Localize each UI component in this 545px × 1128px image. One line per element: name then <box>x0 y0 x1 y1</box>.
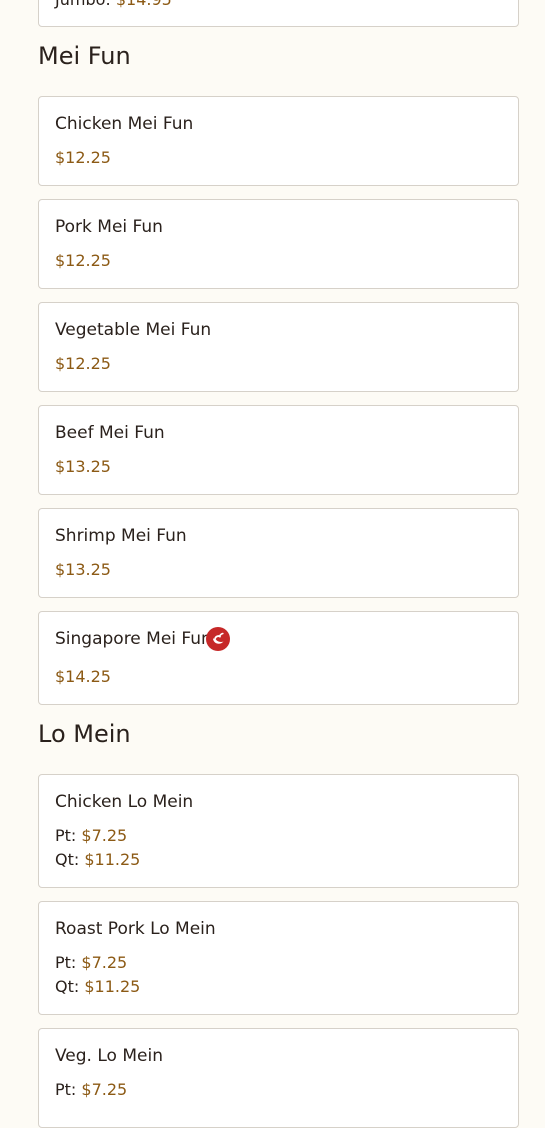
size-label: Qt: <box>55 977 80 996</box>
item-price: $13.25 <box>55 457 111 476</box>
item-name: Pork Mei Fun <box>55 217 163 237</box>
menu-item-card[interactable]: Chicken Mei Fun $12.25 <box>38 96 519 186</box>
item-name: Singapore Mei Fun <box>55 629 212 649</box>
size-label: Jumbo: <box>55 0 111 9</box>
item-price: $12.25 <box>55 148 111 167</box>
price-line: Jumbo: $14.95 <box>55 0 172 8</box>
menu-item-card[interactable]: Pork Mei Fun $12.25 <box>38 199 519 289</box>
item-name: Chicken Mei Fun <box>55 114 194 134</box>
item-price: $12.25 <box>55 354 111 373</box>
item-price: $7.25 <box>81 1080 128 1099</box>
price-line-pint: Pt: $7.25 <box>55 955 127 971</box>
section-title-lo-mein: Lo Mein <box>38 720 131 748</box>
section-title-mei-fun: Mei Fun <box>38 42 131 70</box>
item-name: Vegetable Mei Fun <box>55 320 212 340</box>
item-price: $11.25 <box>84 977 141 996</box>
price-line-quart: Qt: $11.25 <box>55 979 140 995</box>
menu-item-card[interactable]: Chicken Lo Mein Pt: $7.25 Qt: $11.25 <box>38 774 519 888</box>
size-label: Qt: <box>55 850 80 869</box>
price-line-quart: Qt: $11.25 <box>55 852 140 868</box>
size-label: Pt: <box>55 826 77 845</box>
item-price: $14.25 <box>55 667 111 686</box>
menu-item-card[interactable]: Jumbo: $14.95 <box>38 0 519 27</box>
item-price: $11.25 <box>84 850 141 869</box>
menu-item-card[interactable]: Roast Pork Lo Mein Pt: $7.25 Qt: $11.25 <box>38 901 519 1015</box>
menu-item-card[interactable]: Veg. Lo Mein Pt: $7.25 <box>38 1028 519 1128</box>
menu-item-card[interactable]: Vegetable Mei Fun $12.25 <box>38 302 519 392</box>
menu-item-card[interactable]: Beef Mei Fun $13.25 <box>38 405 519 495</box>
menu-item-card[interactable]: Shrimp Mei Fun $13.25 <box>38 508 519 598</box>
size-label: Pt: <box>55 1080 77 1099</box>
item-name: Shrimp Mei Fun <box>55 526 187 546</box>
item-price: $7.25 <box>81 826 128 845</box>
size-label: Pt: <box>55 953 77 972</box>
item-name: Chicken Lo Mein <box>55 792 194 812</box>
item-name: Veg. Lo Mein <box>55 1046 163 1066</box>
item-price: $13.25 <box>55 560 111 579</box>
item-name: Roast Pork Lo Mein <box>55 919 216 939</box>
item-price: $14.95 <box>116 0 172 9</box>
menu-item-card[interactable]: Singapore Mei Fun $14.25 <box>38 611 519 705</box>
item-name: Beef Mei Fun <box>55 423 165 443</box>
spicy-pepper-icon <box>206 627 230 651</box>
item-price: $12.25 <box>55 251 111 270</box>
price-line-pint: Pt: $7.25 <box>55 828 127 844</box>
item-price: $7.25 <box>81 953 128 972</box>
